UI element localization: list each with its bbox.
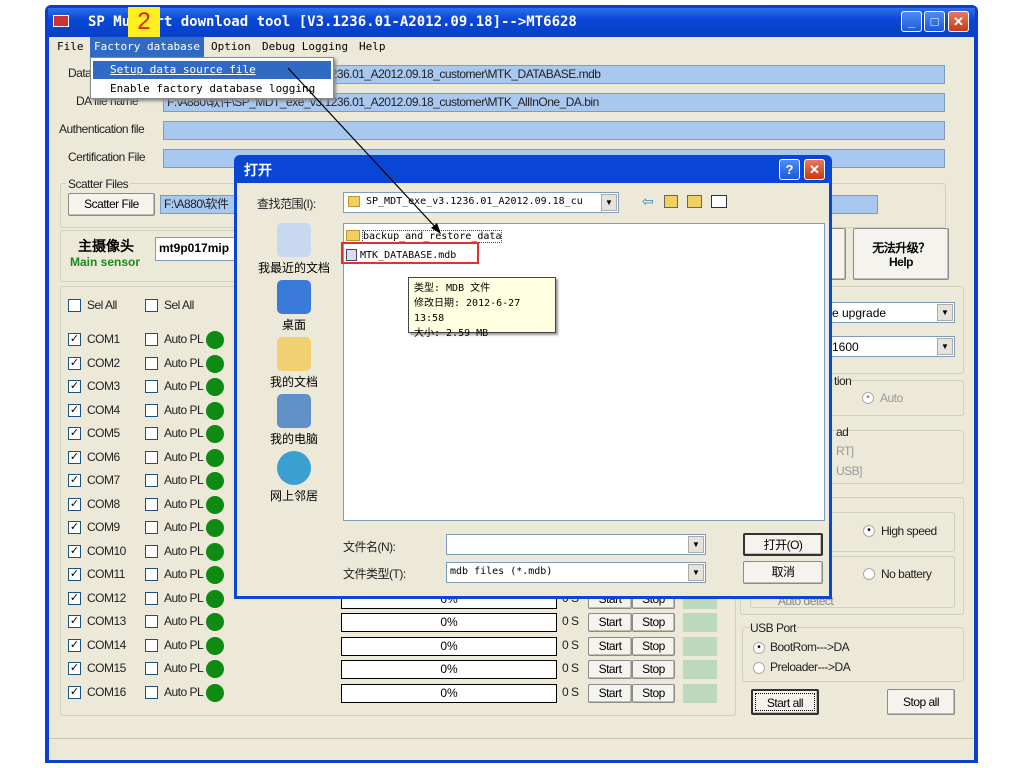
arrow-line: [287, 67, 439, 231]
annotation-arrow: [287, 67, 441, 234]
